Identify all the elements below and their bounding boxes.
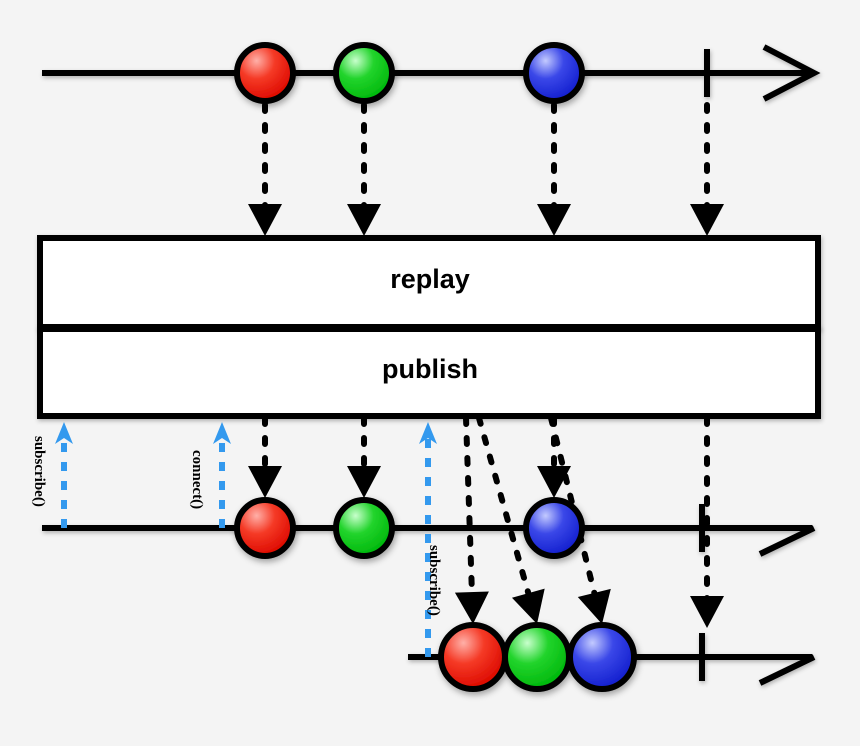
marble-circle [567, 622, 637, 692]
operator-label-replay: replay [390, 263, 470, 294]
emission-arrow-to-first-subscriber [690, 415, 724, 628]
arrowhead [248, 204, 282, 236]
marble-green [333, 42, 395, 104]
arrowhead [511, 588, 545, 624]
emission-arrow-to-second-subscriber [454, 415, 489, 624]
marble-blue [523, 42, 585, 104]
emission-arrow-to-first-subscriber [347, 415, 381, 498]
marble-circle [502, 622, 572, 692]
marble-diagram-canvas: replay publish subscribe() connect() subsc… [0, 0, 860, 746]
marble-circle [523, 497, 585, 559]
arrowhead [537, 204, 571, 236]
timeline-half-arrowhead [758, 654, 816, 686]
dashed-stem [476, 415, 533, 601]
subscribe-arrow-1 [213, 422, 231, 528]
subscribe-arrow-0 [55, 422, 73, 528]
emission-arrow-to-first-subscriber [248, 415, 282, 498]
marble-green [502, 622, 572, 692]
emission-arrow-to-replay [690, 102, 724, 236]
emission-arrow-to-replay [537, 102, 571, 236]
arrowhead [577, 588, 611, 624]
marble-red [438, 622, 508, 692]
arrowhead [248, 466, 282, 498]
arrowhead [454, 591, 489, 624]
operator-label-publish: publish [382, 353, 478, 384]
subscribe-label: subscribe() [31, 436, 47, 507]
subscribe-arrow-2 [419, 422, 437, 657]
marble-circle [234, 497, 296, 559]
subscribe-arrowhead [213, 422, 231, 444]
emission-arrow-to-replay [248, 102, 282, 236]
marble-circle [333, 497, 395, 559]
arrowhead [347, 204, 381, 236]
marble-circle [333, 42, 395, 104]
marble-red [234, 497, 296, 559]
timeline-source [42, 44, 821, 102]
marble-red [234, 42, 296, 104]
timeline-half-arrowhead [758, 525, 816, 557]
marble-blue [567, 622, 637, 692]
emission-arrow-to-replay [347, 102, 381, 236]
marble-circle [523, 42, 585, 104]
dashed-stem [463, 415, 476, 600]
marble-green [333, 497, 395, 559]
marble-circle [234, 42, 296, 104]
arrowhead [690, 596, 724, 628]
arrowhead [690, 204, 724, 236]
marble-blue [523, 497, 585, 559]
emission-arrow-to-first-subscriber [537, 415, 571, 498]
subscribe-arrowhead [55, 422, 73, 444]
subscribe-label: subscribe() [426, 545, 442, 616]
marble-circle [438, 622, 508, 692]
subscribe-label: connect() [189, 450, 205, 510]
arrowhead [347, 466, 381, 498]
